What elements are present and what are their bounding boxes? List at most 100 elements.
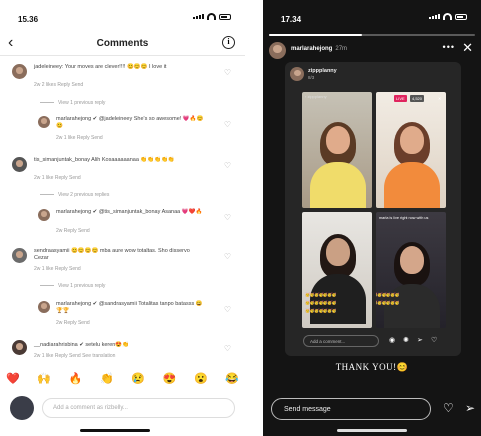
reply: marlarahejong ✔ @jadeleineey She's so aw… xyxy=(0,114,245,144)
emoji-clap-button[interactable]: 👏 xyxy=(100,372,114,385)
close-icon[interactable]: ✕ xyxy=(462,40,473,56)
live-comment-input[interactable]: Add a comment... xyxy=(303,335,379,347)
emoji-cry-button[interactable]: 😢 xyxy=(131,372,145,385)
post-date: 8/3 xyxy=(308,75,315,80)
reply: marlarahejong ✔ @tis_simanjuntak_bonay A… xyxy=(0,207,245,237)
live-tile: ‹ zippplanny xyxy=(302,92,372,208)
comment-text: tis_simanjuntak_bonay Alih Kosaaaaaanaa … xyxy=(34,157,175,163)
comment-text: marlarahejong ✔ @jadeleineey She's so aw… xyxy=(56,116,204,129)
like-heart-icon[interactable]: ♡ xyxy=(224,68,231,77)
avatar xyxy=(10,396,34,420)
like-heart-icon[interactable]: ♡ xyxy=(224,305,231,314)
comment-emoji-row: 🥳🥳🥳🥳🥳🥳🥳 xyxy=(305,292,337,297)
more-icon[interactable]: ••• xyxy=(443,42,455,52)
like-heart-icon[interactable]: ♡ xyxy=(224,213,231,222)
effects-icon[interactable]: ✺ xyxy=(403,336,409,344)
send-message-input[interactable]: Send message xyxy=(271,398,431,420)
live-tile: marla is live right now with us 🥳🥳🥳🥳🥳 🥳🥳 … xyxy=(376,212,446,328)
comment-meta[interactable]: 2w 2 likes Reply Send xyxy=(34,82,83,88)
live-tile: LIVE 4,520 ✕ xyxy=(376,92,446,208)
comment-text: sendraasyamii 😊😊😊😊 mba aure wow totaltas… xyxy=(34,248,190,261)
reply: marlarahejong ✔ @sandrasyamii Totalitas … xyxy=(0,299,245,329)
comment-text: marlarahejong ✔ @sandrasyamii Totalitas … xyxy=(56,301,203,314)
comment: __nadiarahrisbina ✔ setelu keren😍👏 2w 1 … xyxy=(0,338,245,368)
status-icons xyxy=(193,13,231,20)
comment-meta[interactable]: 2w Reply Send xyxy=(56,228,90,234)
comment-meta[interactable]: 2w 1 like Reply Send xyxy=(34,175,81,181)
live-tile-bar: ‹ zippplanny xyxy=(305,94,327,99)
comment-meta[interactable]: 2w Reply Send xyxy=(56,320,90,326)
view-more-replies[interactable]: View 1 previous reply xyxy=(40,283,105,289)
emoji-heart-eyes-button[interactable]: 😍 xyxy=(163,372,177,385)
send-icon[interactable]: ➢ xyxy=(465,401,475,415)
comment: tis_simanjuntak_bonay Alih Kosaaaaaanaa … xyxy=(0,155,245,205)
avatar[interactable] xyxy=(12,157,27,172)
avatar[interactable] xyxy=(38,209,50,221)
status-time: 15.36 xyxy=(18,15,39,24)
share-icon[interactable]: ➢ xyxy=(417,336,423,344)
close-icon[interactable]: ✕ xyxy=(436,95,443,102)
camera-icon[interactable]: ◉ xyxy=(389,336,395,344)
avatar[interactable] xyxy=(38,116,50,128)
emoji-laugh-button[interactable]: 😂 xyxy=(225,372,239,385)
story-progress-bar xyxy=(269,34,475,36)
info-icon[interactable]: i xyxy=(222,36,235,49)
story-age: 27m xyxy=(335,46,348,52)
live-comment-bar: Add a comment... ◉ ✺ ➢ ♡ xyxy=(303,334,443,348)
live-tile: 🥳🥳🥳🥳🥳🥳🥳 🥳🥳🥳🥳🥳🥳🥳 🥳🥳🥳🥳🥳🥳🥳 xyxy=(302,212,372,328)
heart-icon[interactable]: ♡ xyxy=(443,401,454,415)
comment: jadeleineey: Your moves are clever!!!! 😊… xyxy=(0,62,245,112)
status-bar: 17.34 xyxy=(263,0,481,28)
reshared-post-card[interactable]: zippplanny 8/3 ‹ zippplanny LIVE 4,520 ✕ xyxy=(285,62,461,356)
signal-icon xyxy=(193,14,204,19)
comment-meta[interactable]: 2w 1 like Reply Send xyxy=(34,266,81,272)
signal-icon xyxy=(429,14,440,19)
home-indicator xyxy=(337,429,407,432)
comments-screen: 15.36 ‹ Comments i jadeleineey: Your mov… xyxy=(0,0,245,436)
live-badge: LIVE xyxy=(394,95,407,102)
like-heart-icon[interactable]: ♡ xyxy=(224,344,231,353)
battery-icon xyxy=(455,13,467,20)
comment-input-row: Add a comment as rizbelly... xyxy=(10,396,235,420)
view-more-replies[interactable]: View 1 previous reply xyxy=(40,100,105,106)
story-username[interactable]: marlarahejong 27m xyxy=(291,46,347,52)
comment-emoji-row: 🥳🥳🥳🥳🥳🥳🥳 xyxy=(305,300,337,305)
divider xyxy=(245,0,263,436)
like-heart-icon[interactable]: ♡ xyxy=(224,161,231,170)
comment-text: __nadiarahrisbina ✔ setelu keren😍👏 xyxy=(34,342,130,348)
avatar[interactable] xyxy=(38,301,50,313)
battery-icon xyxy=(219,13,231,20)
heart-icon[interactable]: ♡ xyxy=(431,336,437,344)
comment-meta[interactable]: 2w 1 like Reply Send See translation xyxy=(34,353,115,359)
viewer-count: 4,520 xyxy=(410,95,425,102)
story-reply-row: Send message ♡ ➢ xyxy=(271,398,475,420)
comment-emoji-row: 🥳🥳🥳🥳🥳🥳🥳 xyxy=(376,300,400,305)
comment-input[interactable]: Add a comment as rizbelly... xyxy=(42,398,235,418)
like-heart-icon[interactable]: ♡ xyxy=(224,252,231,261)
avatar[interactable] xyxy=(269,42,286,59)
wifi-icon xyxy=(207,13,216,20)
story-progress-fill xyxy=(269,34,362,36)
comment-text: marlarahejong ✔ @tis_simanjuntak_bonay A… xyxy=(56,209,203,215)
emoji-wow-button[interactable]: 😮 xyxy=(194,372,208,385)
like-heart-icon[interactable]: ♡ xyxy=(224,120,231,129)
view-more-replies[interactable]: View 2 previous replies xyxy=(40,192,109,198)
emoji-heart-button[interactable]: ❤️ xyxy=(6,372,20,385)
status-icons xyxy=(429,13,467,20)
screenshot-composite: 15.36 ‹ Comments i jadeleineey: Your mov… xyxy=(0,0,481,436)
avatar[interactable] xyxy=(12,64,27,79)
status-time: 17.34 xyxy=(281,15,302,24)
comment-meta[interactable]: 2w 1 like Reply Send xyxy=(56,135,103,141)
live-video-grid: ‹ zippplanny LIVE 4,520 ✕ 🥳🥳🥳🥳🥳🥳🥳 🥳🥳🥳🥳🥳🥳… xyxy=(302,92,446,328)
story-screen: 17.34 marlarahejong 27m ••• ✕ zippplanny … xyxy=(263,0,481,436)
avatar[interactable] xyxy=(12,340,27,355)
live-overlay-text: marla is live right now with us xyxy=(379,216,429,220)
post-username: zippplanny xyxy=(308,68,337,74)
comments-header: ‹ Comments i xyxy=(0,32,245,56)
story-caption: THANK YOU!😊 xyxy=(335,362,409,372)
status-bar: 15.36 xyxy=(0,0,245,28)
avatar[interactable] xyxy=(12,248,27,263)
emoji-fire-button[interactable]: 🔥 xyxy=(69,372,83,385)
wifi-icon xyxy=(443,13,452,20)
emoji-raised-hands-button[interactable]: 🙌 xyxy=(37,372,51,385)
